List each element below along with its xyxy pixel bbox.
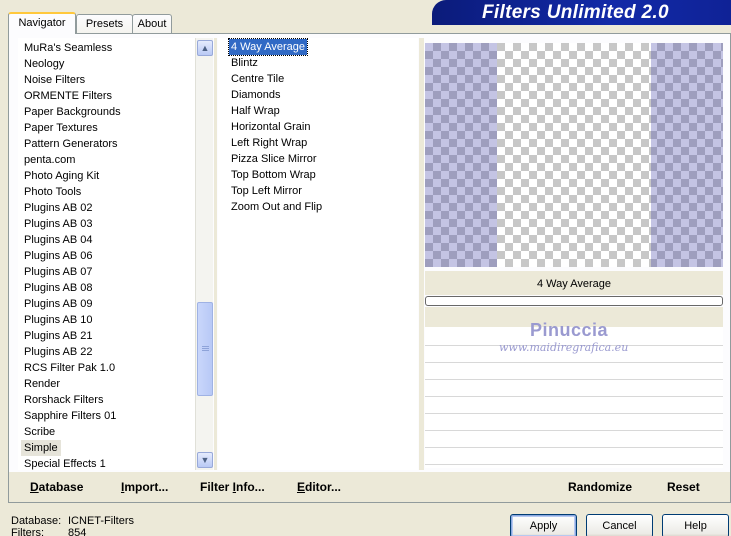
app-banner: Filters Unlimited 2.0: [432, 0, 731, 25]
reset-button[interactable]: Reset: [667, 480, 700, 494]
category-item[interactable]: Plugins AB 02: [21, 200, 96, 216]
category-item[interactable]: Plugins AB 09: [21, 296, 96, 312]
preview-image: [425, 43, 723, 267]
category-scrollbar[interactable]: ▲ ▼: [195, 38, 213, 470]
category-item[interactable]: Noise Filters: [21, 72, 88, 88]
param-row-divider: [425, 396, 723, 397]
category-item[interactable]: Simple: [21, 440, 61, 456]
category-item[interactable]: Plugins AB 04: [21, 232, 96, 248]
progress-bar: [425, 296, 723, 306]
category-item[interactable]: Scribe: [21, 424, 58, 440]
param-row-divider: [425, 464, 723, 465]
filter-item[interactable]: Horizontal Grain: [229, 119, 312, 135]
database-value: ICNET-Filters: [68, 515, 134, 527]
category-item[interactable]: Plugins AB 10: [21, 312, 96, 328]
filter-list[interactable]: 4 Way Average Blintz Centre Tile Diamonds Ha…: [218, 38, 418, 470]
param-row-divider: [425, 362, 723, 363]
category-item[interactable]: penta.com: [21, 152, 78, 168]
preview-divider: [419, 38, 424, 470]
filter-item[interactable]: Top Left Mirror: [229, 183, 304, 199]
tab-presets[interactable]: Presets: [76, 14, 133, 34]
filter-item[interactable]: Top Bottom Wrap: [229, 167, 318, 183]
category-item[interactable]: Plugins AB 08: [21, 280, 96, 296]
param-row-divider: [425, 430, 723, 431]
category-item[interactable]: Plugins AB 21: [21, 328, 96, 344]
preview-band-right: [651, 43, 723, 267]
scroll-up-button[interactable]: ▲: [197, 40, 213, 56]
param-row-divider: [425, 379, 723, 380]
action-bar: Database Import... Filter Info... Editor…: [9, 472, 730, 502]
cancel-button[interactable]: Cancel: [586, 514, 653, 536]
filter-item[interactable]: Pizza Slice Mirror: [229, 151, 319, 167]
category-item[interactable]: Plugins AB 03: [21, 216, 96, 232]
category-item[interactable]: ORMENTE Filters: [21, 88, 115, 104]
preview-filter-name: 4 Way Average: [425, 271, 723, 295]
param-row-divider: [425, 413, 723, 414]
category-item[interactable]: Sapphire Filters 01: [21, 408, 119, 424]
watermark-name: Pinuccia: [530, 320, 609, 340]
category-item[interactable]: MuRa's Seamless: [21, 40, 115, 56]
category-item[interactable]: Render: [21, 376, 63, 392]
filter-item[interactable]: Left Right Wrap: [229, 135, 309, 151]
category-item[interactable]: Photo Aging Kit: [21, 168, 102, 184]
category-list[interactable]: MuRa's Seamless Neology Noise Filters ORMEN…: [18, 38, 212, 470]
category-item[interactable]: Pattern Generators: [21, 136, 121, 152]
scroll-down-button[interactable]: ▼: [197, 452, 213, 468]
scroll-thumb[interactable]: [197, 302, 213, 396]
filters-count-value: 854: [68, 527, 87, 536]
database-label: Database:: [11, 515, 62, 527]
category-item[interactable]: Photo Tools: [21, 184, 84, 200]
filters-count-label: Filters:: [11, 527, 44, 536]
filter-info-button[interactable]: Filter Info...: [200, 480, 265, 494]
preview-band-left: [425, 43, 497, 267]
apply-button[interactable]: Apply: [510, 514, 577, 536]
category-item[interactable]: Rorshack Filters: [21, 392, 106, 408]
status-info: Database: ICNET-Filters Filters: 854: [11, 515, 134, 536]
category-item[interactable]: Plugins AB 06: [21, 248, 96, 264]
filter-item[interactable]: Half Wrap: [229, 103, 282, 119]
database-button[interactable]: Database: [30, 480, 83, 494]
category-item[interactable]: Special Effects 1: [21, 456, 109, 470]
tab-about[interactable]: About: [132, 14, 172, 34]
category-item[interactable]: Plugins AB 07: [21, 264, 96, 280]
category-item[interactable]: Neology: [21, 56, 67, 72]
category-item[interactable]: Plugins AB 22: [21, 344, 96, 360]
category-item[interactable]: RCS Filter Pak 1.0: [21, 360, 118, 376]
filter-item[interactable]: Diamonds: [229, 87, 283, 103]
category-item[interactable]: Paper Textures: [21, 120, 101, 136]
category-item[interactable]: Paper Backgrounds: [21, 104, 124, 120]
filter-item[interactable]: Centre Tile: [229, 71, 286, 87]
filter-item[interactable]: Zoom Out and Flip: [229, 199, 324, 215]
tab-navigator[interactable]: Navigator: [8, 12, 76, 34]
filter-item[interactable]: 4 Way Average: [228, 38, 308, 56]
watermark-url: www.maidiregrafica.eu: [499, 341, 629, 354]
randomize-button[interactable]: Randomize: [568, 480, 632, 494]
list-divider: [214, 38, 217, 470]
help-button[interactable]: Help: [662, 514, 729, 536]
filter-item[interactable]: Blintz: [229, 55, 260, 71]
editor-button[interactable]: Editor...: [297, 480, 341, 494]
param-row-divider: [425, 447, 723, 448]
import-button[interactable]: Import...: [121, 480, 168, 494]
